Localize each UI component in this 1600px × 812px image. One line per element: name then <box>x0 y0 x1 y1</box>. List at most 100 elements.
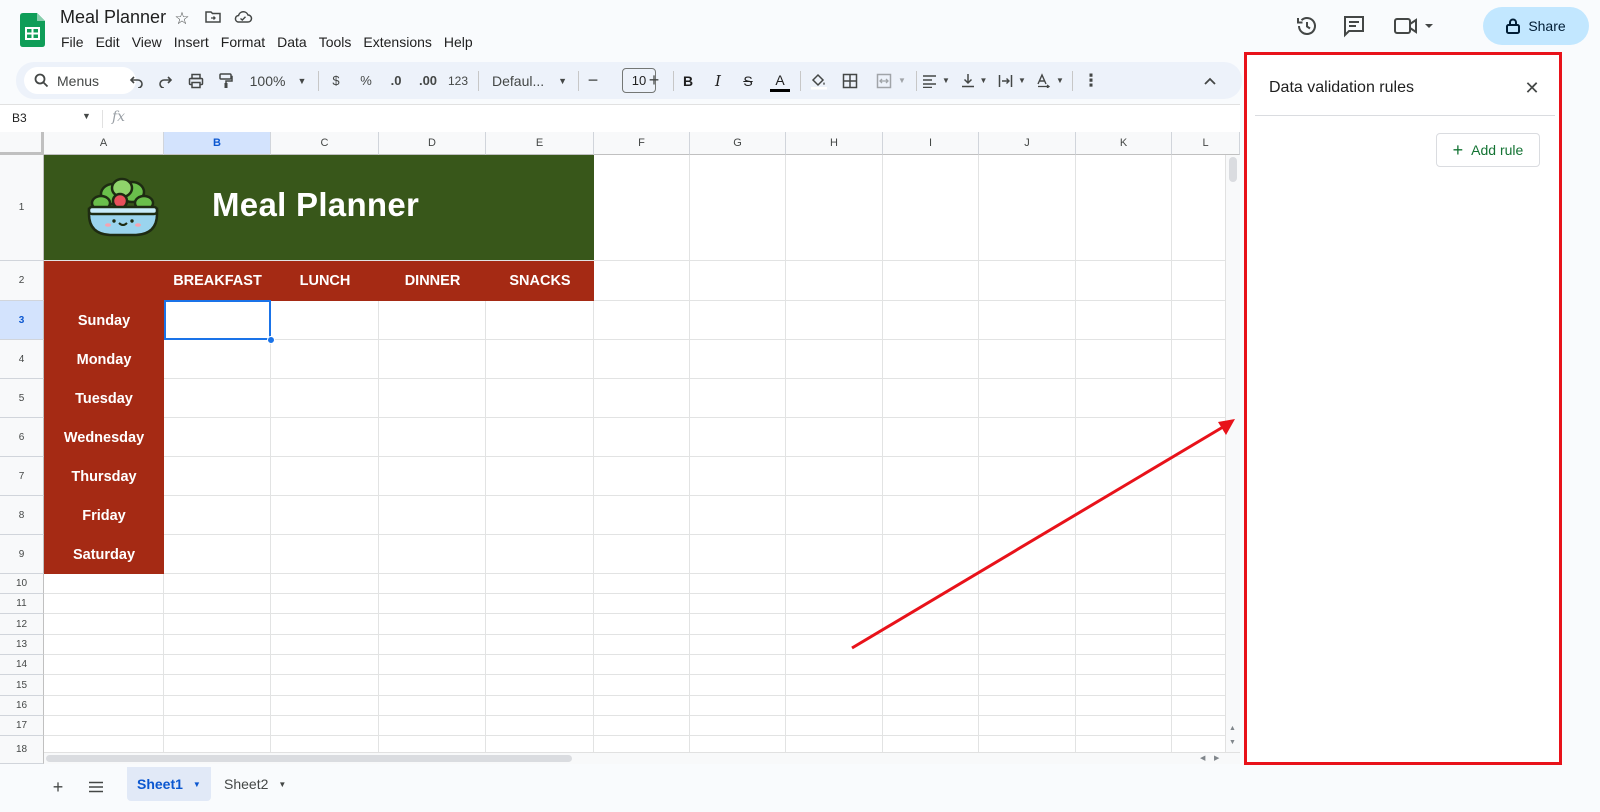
text-wrapping-button[interactable]: ▼ <box>996 62 1028 99</box>
vertical-scroll-thumb[interactable] <box>1229 157 1237 182</box>
cloud-saved-icon[interactable] <box>232 8 254 30</box>
close-icon[interactable]: ✕ <box>1521 77 1543 99</box>
add-sheet-icon[interactable]: + <box>44 773 72 801</box>
row-header-3[interactable]: 3 <box>0 301 44 340</box>
row-header-2[interactable]: 2 <box>0 261 44 301</box>
menu-edit[interactable]: Edit <box>90 33 126 51</box>
day-cell-wednesday[interactable]: Wednesday <box>44 418 164 457</box>
row-header-18[interactable]: 18 <box>0 736 44 764</box>
history-icon[interactable] <box>1294 13 1320 39</box>
column-header-b[interactable]: B <box>164 132 271 155</box>
row-header-14[interactable]: 14 <box>0 655 44 675</box>
document-title[interactable]: Meal Planner <box>60 7 166 28</box>
zoom-select[interactable]: 100% ▼ <box>246 62 310 99</box>
borders-button[interactable] <box>839 62 861 99</box>
merge-cells-button[interactable]: ▼ <box>871 62 911 99</box>
day-cell-tuesday[interactable]: Tuesday <box>44 379 164 418</box>
row-header-4[interactable]: 4 <box>0 340 44 379</box>
sheet-tab-sheet1[interactable]: Sheet1 ▼ <box>127 767 211 801</box>
redo-button[interactable] <box>154 62 178 99</box>
currency-format-button[interactable]: $ <box>326 62 346 99</box>
video-camera-icon[interactable] <box>1392 13 1436 39</box>
day-cell-monday[interactable]: Monday <box>44 340 164 379</box>
row-header-12[interactable]: 12 <box>0 614 44 635</box>
collapse-menus-button[interactable] <box>1199 62 1221 99</box>
row-header-15[interactable]: 15 <box>0 675 44 696</box>
column-header-j[interactable]: J <box>979 132 1076 155</box>
scroll-right-icon[interactable]: ▶ <box>1214 754 1219 762</box>
menu-help[interactable]: Help <box>438 33 479 51</box>
row-header-5[interactable]: 5 <box>0 379 44 418</box>
number-format-button[interactable]: 123 <box>446 62 470 99</box>
strikethrough-button[interactable]: S <box>738 62 758 99</box>
header-corner-cell[interactable] <box>44 261 164 301</box>
scroll-up-icon[interactable]: ▲ <box>1229 725 1236 732</box>
column-header-i[interactable]: I <box>883 132 979 155</box>
row-header-7[interactable]: 7 <box>0 457 44 496</box>
chevron-down-icon[interactable]: ▼ <box>82 111 91 121</box>
menu-tools[interactable]: Tools <box>313 33 358 51</box>
comment-icon[interactable] <box>1341 13 1367 39</box>
italic-button[interactable]: I <box>708 62 728 99</box>
day-cell-friday[interactable]: Friday <box>44 496 164 535</box>
column-header-g[interactable]: G <box>690 132 786 155</box>
star-icon[interactable]: ☆ <box>171 8 193 30</box>
menu-view[interactable]: View <box>126 33 168 51</box>
meal-header-dinner[interactable]: DINNER <box>379 261 486 301</box>
column-header-k[interactable]: K <box>1076 132 1172 155</box>
undo-button[interactable] <box>124 62 148 99</box>
font-family-select[interactable]: Defaul... ▼ <box>488 62 568 99</box>
column-header-h[interactable]: H <box>786 132 883 155</box>
row-header-17[interactable]: 17 <box>0 716 44 736</box>
day-cell-thursday[interactable]: Thursday <box>44 457 164 496</box>
fill-handle[interactable] <box>267 336 275 344</box>
menu-file[interactable]: File <box>60 33 90 51</box>
row-header-16[interactable]: 16 <box>0 696 44 716</box>
meal-header-snacks[interactable]: SNACKS <box>486 261 594 301</box>
menu-format[interactable]: Format <box>215 33 271 51</box>
more-options-icon[interactable]: ⋮ <box>1081 62 1101 99</box>
scroll-down-icon[interactable]: ▼ <box>1229 739 1236 746</box>
menu-extensions[interactable]: Extensions <box>357 33 437 51</box>
decrease-font-size-button[interactable]: − <box>584 62 602 99</box>
increase-font-size-button[interactable]: + <box>645 62 663 99</box>
paint-format-button[interactable] <box>214 62 238 99</box>
row-header-1[interactable]: 1 <box>0 155 44 261</box>
row-header-10[interactable]: 10 <box>0 574 44 594</box>
sheet-tab-sheet2[interactable]: Sheet2 ▼ <box>214 767 296 801</box>
print-button[interactable] <box>184 62 208 99</box>
vertical-align-button[interactable]: ▼ <box>958 62 990 99</box>
column-header-f[interactable]: F <box>594 132 690 155</box>
day-cell-saturday[interactable]: Saturday <box>44 535 164 574</box>
all-sheets-icon[interactable] <box>82 773 110 801</box>
row-header-13[interactable]: 13 <box>0 635 44 655</box>
column-header-a[interactable]: A <box>44 132 164 155</box>
increase-decimal-button[interactable]: .00 <box>414 62 442 99</box>
horizontal-scroll-thumb[interactable] <box>46 755 572 762</box>
column-header-d[interactable]: D <box>379 132 486 155</box>
column-header-e[interactable]: E <box>486 132 594 155</box>
name-box[interactable]: B3 <box>12 111 27 125</box>
share-button[interactable]: Share <box>1483 7 1589 45</box>
add-rule-button[interactable]: + Add rule <box>1436 133 1540 167</box>
text-color-button[interactable]: A <box>768 62 792 99</box>
column-header-l[interactable]: L <box>1172 132 1240 155</box>
menu-data[interactable]: Data <box>271 33 313 51</box>
row-header-9[interactable]: 9 <box>0 535 44 574</box>
scroll-left-icon[interactable]: ◀ <box>1200 754 1205 762</box>
select-all-corner[interactable] <box>0 132 44 155</box>
column-header-c[interactable]: C <box>271 132 379 155</box>
fill-color-button[interactable] <box>808 62 830 99</box>
google-sheets-logo[interactable] <box>20 13 45 47</box>
selected-cell-b3[interactable] <box>164 300 271 340</box>
menu-insert[interactable]: Insert <box>168 33 215 51</box>
search-menus[interactable]: Menus <box>24 67 136 94</box>
vertical-scrollbar[interactable]: ▲ ▼ <box>1225 155 1240 752</box>
meal-header-lunch[interactable]: LUNCH <box>271 261 379 301</box>
day-cell-sunday[interactable]: Sunday <box>44 301 164 340</box>
row-header-11[interactable]: 11 <box>0 594 44 614</box>
row-header-8[interactable]: 8 <box>0 496 44 535</box>
horizontal-align-button[interactable]: ▼ <box>920 62 952 99</box>
meal-header-breakfast[interactable]: BREAKFAST <box>164 261 271 301</box>
text-rotation-button[interactable]: ▼ <box>1034 62 1066 99</box>
